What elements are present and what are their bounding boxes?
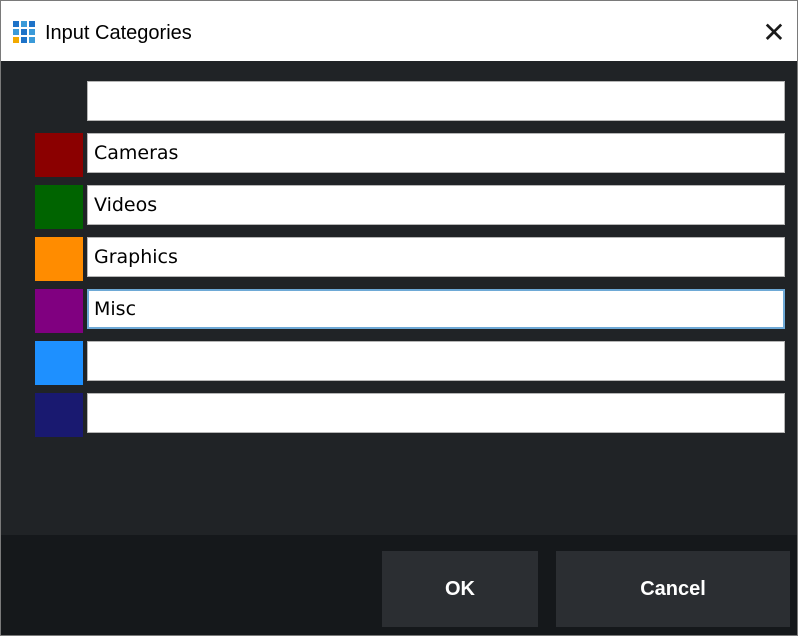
color-swatch[interactable] — [35, 185, 83, 229]
grid-icon-cell — [29, 21, 35, 27]
color-swatch[interactable] — [35, 393, 83, 437]
category-name-input[interactable] — [87, 289, 785, 329]
grid-icon-cell — [13, 29, 19, 35]
grid-icon-cell — [21, 29, 27, 35]
category-list — [1, 61, 797, 535]
grid-icon-cell — [21, 21, 27, 27]
cancel-button[interactable]: Cancel — [556, 551, 790, 627]
grid-icon-cell — [21, 37, 27, 43]
window-title: Input Categories — [45, 22, 192, 44]
color-swatch[interactable] — [35, 289, 83, 333]
category-name-input[interactable] — [87, 185, 785, 225]
category-name-input[interactable] — [87, 393, 785, 433]
category-name-input[interactable] — [87, 341, 785, 381]
category-name-input[interactable] — [87, 81, 785, 121]
grid-icon-cell — [13, 21, 19, 27]
close-button[interactable]: ✕ — [751, 7, 797, 57]
color-swatch[interactable] — [35, 133, 83, 177]
grid-icon-cell — [29, 37, 35, 43]
grid-icon — [13, 21, 35, 43]
color-swatch[interactable] — [35, 237, 83, 281]
ok-button[interactable]: OK — [382, 551, 538, 627]
title-bar[interactable]: Input Categories ✕ — [1, 1, 797, 61]
grid-icon-cell — [29, 29, 35, 35]
color-swatch[interactable] — [35, 81, 83, 125]
category-name-input[interactable] — [87, 237, 785, 277]
dialog-window: Input Categories ✕ Cameras Videos Graphi… — [0, 0, 798, 636]
grid-icon-cell — [13, 37, 19, 43]
color-swatch[interactable] — [35, 341, 83, 385]
close-icon: ✕ — [762, 15, 786, 49]
category-name-input[interactable] — [87, 133, 785, 173]
